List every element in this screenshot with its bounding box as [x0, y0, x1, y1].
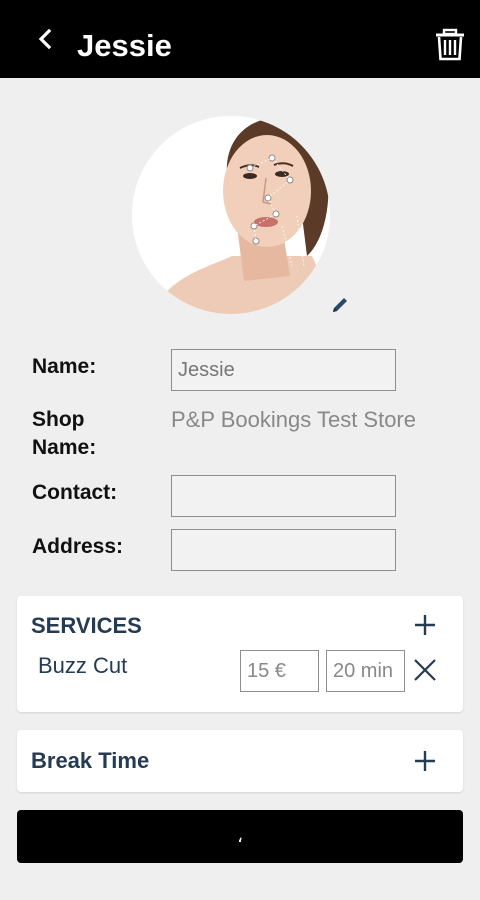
pencil-icon: [333, 298, 347, 312]
plus-icon: [415, 751, 435, 771]
contact-label: Contact:: [32, 481, 118, 504]
shop-name-label-line2: Name:: [32, 436, 97, 459]
trash-icon: [436, 28, 464, 61]
shop-name-value: P&P Bookings Test Store: [171, 407, 416, 432]
edit-photo-button[interactable]: [328, 293, 352, 317]
address-field[interactable]: [171, 529, 396, 571]
address-label: Address:: [32, 535, 124, 558]
name-field[interactable]: [171, 349, 396, 391]
profile-avatar: [132, 116, 330, 314]
delete-button[interactable]: [433, 28, 467, 62]
add-service-button[interactable]: [413, 613, 437, 637]
chevron-left-icon: [38, 28, 52, 50]
add-break-time-button[interactable]: [413, 749, 437, 773]
save-button[interactable]: ،: [17, 810, 463, 863]
break-time-title: Break Time: [31, 748, 150, 773]
shop-name-label: Shop Name:: [32, 406, 96, 462]
close-icon: [414, 659, 436, 681]
service-duration-field[interactable]: [326, 650, 405, 692]
shop-name-label-line1: Shop: [32, 408, 85, 431]
break-time-card: Break Time: [17, 730, 463, 792]
service-price-field[interactable]: [240, 650, 319, 692]
save-button-label: ،: [237, 826, 243, 846]
page-title: Jessie: [77, 28, 172, 63]
contact-field[interactable]: [171, 475, 396, 517]
services-title: SERVICES: [31, 613, 142, 638]
service-name: Buzz Cut: [38, 653, 128, 678]
name-label: Name:: [32, 355, 97, 378]
top-app-bar: Jessie: [0, 0, 480, 78]
remove-service-button[interactable]: [413, 658, 437, 682]
face-portrait-image: [132, 116, 330, 314]
back-button[interactable]: [30, 24, 60, 54]
plus-icon: [415, 615, 435, 635]
services-card: SERVICES Buzz Cut: [17, 596, 463, 712]
